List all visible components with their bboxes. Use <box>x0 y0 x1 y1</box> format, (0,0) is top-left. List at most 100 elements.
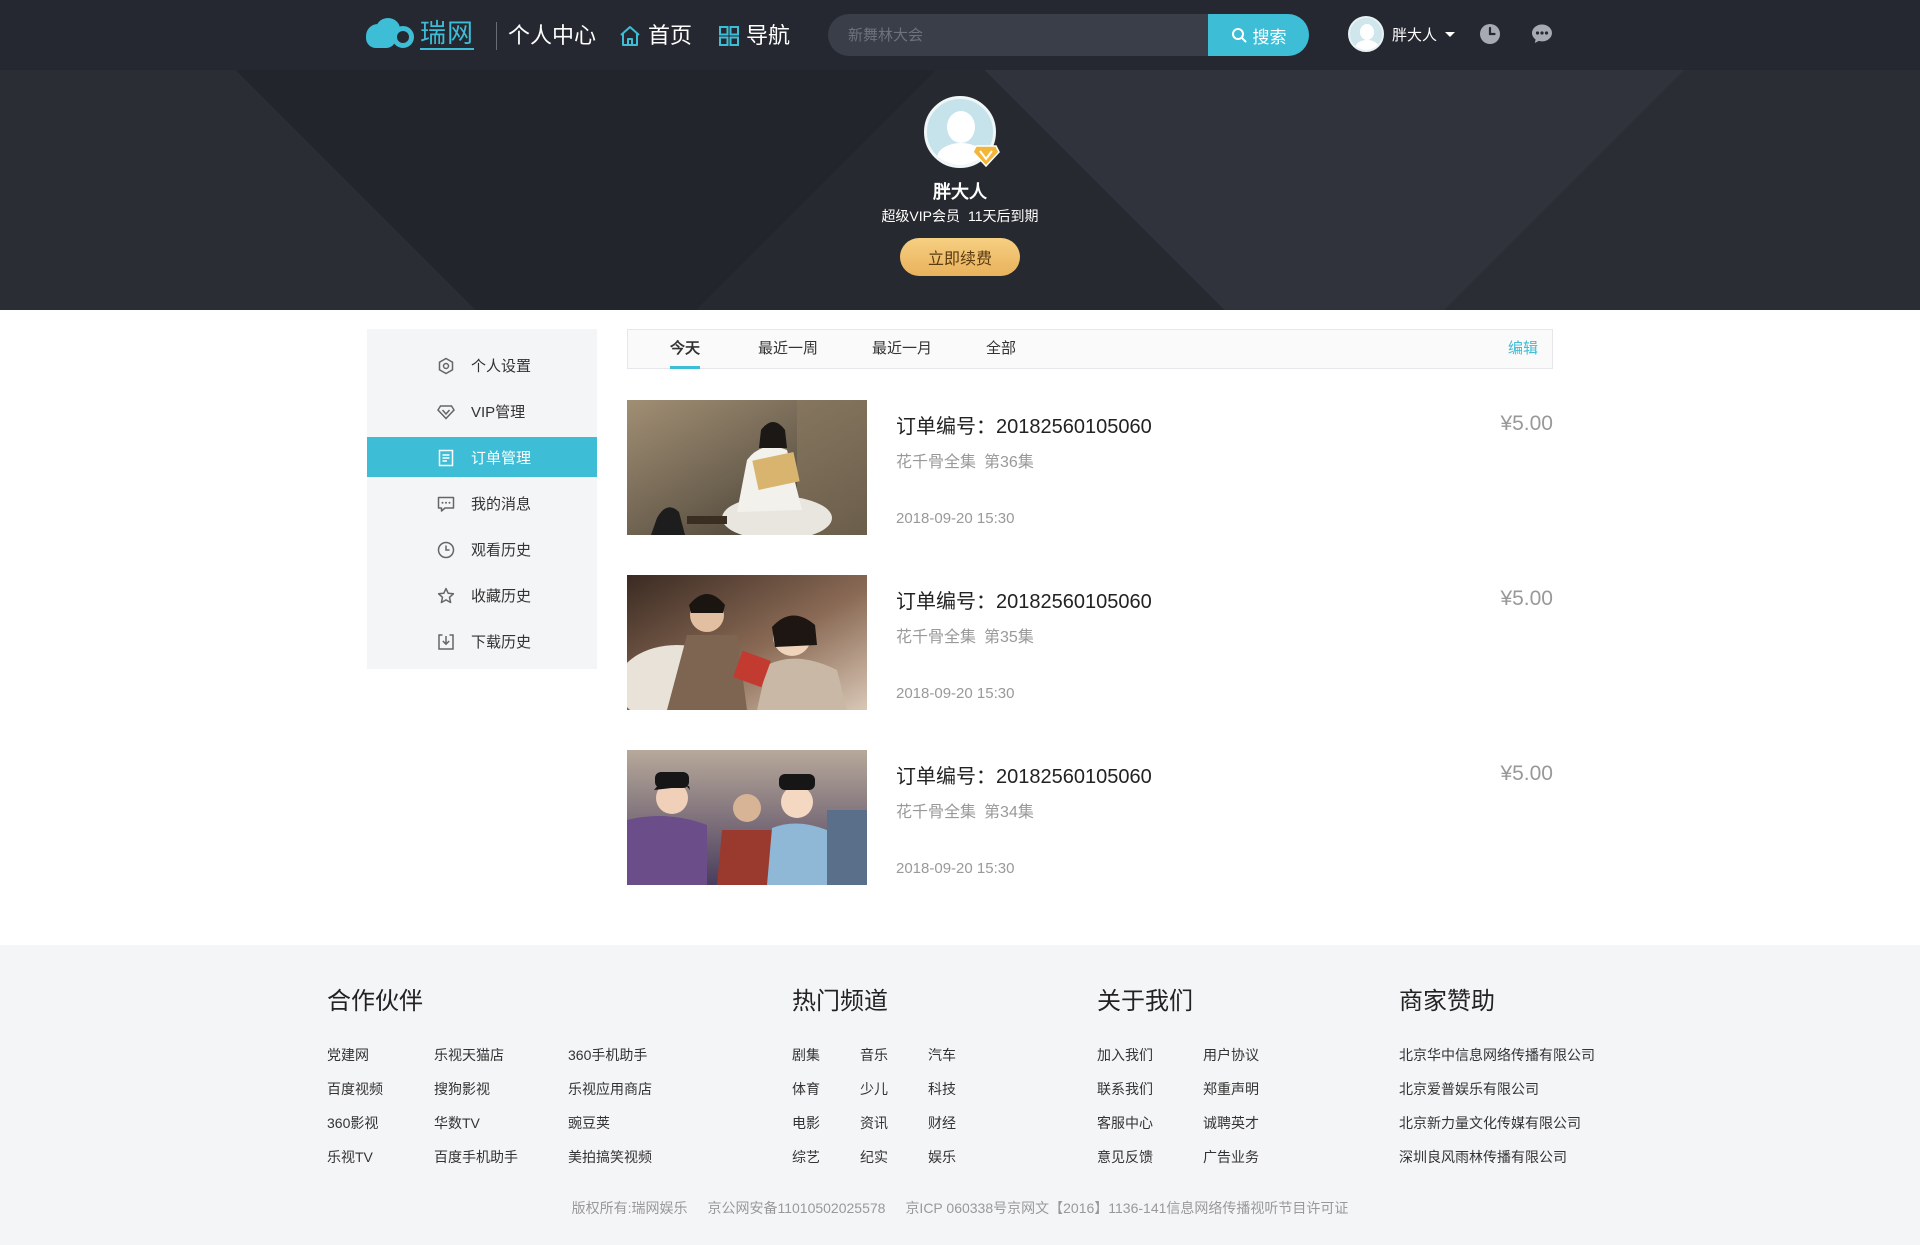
footer-link[interactable]: 乐视应用商店 <box>568 1072 688 1106</box>
tab-last-week[interactable]: 最近一周 <box>758 330 818 368</box>
download-icon <box>438 634 454 650</box>
footer-link[interactable]: 客服中心 <box>1097 1106 1203 1140</box>
footer-link[interactable]: 华数TV <box>434 1106 568 1140</box>
copyright-owner: 版权所有:瑞网娱乐 <box>571 1200 688 1216</box>
search-box: 搜索 <box>828 14 1309 56</box>
episode-number: 第34集 <box>984 804 1034 821</box>
footer-heading: 热门频道 <box>792 988 888 1015</box>
site-logo[interactable]: 瑞网 <box>366 12 490 56</box>
footer-link[interactable]: 加入我们 <box>1097 1038 1203 1072</box>
order-number: 订单编号：20182560105060 <box>896 766 1152 788</box>
footer-link[interactable]: 360影视 <box>327 1106 434 1140</box>
footer-link[interactable]: 综艺 <box>792 1140 860 1174</box>
footer-link[interactable]: 豌豆荚 <box>568 1106 688 1140</box>
sidebar-item-settings[interactable]: 个人设置 <box>367 345 597 385</box>
search-button[interactable]: 搜索 <box>1208 14 1309 56</box>
order-item: 订单编号：20182560105060 花千骨全集 第36集 2018-09-20… <box>627 400 1553 535</box>
tab-all[interactable]: 全部 <box>986 330 1016 368</box>
sidebar-item-orders[interactable]: 订单管理 <box>367 437 597 477</box>
order-price: ¥5.00 <box>1500 587 1553 610</box>
footer-link[interactable]: 深圳良风雨林传播有限公司 <box>1399 1140 1639 1174</box>
logo-text: 瑞网 <box>420 18 475 50</box>
history-icon[interactable] <box>1478 22 1502 46</box>
footer-link[interactable]: 北京爱普娱乐有限公司 <box>1399 1072 1639 1106</box>
user-menu[interactable]: 胖大人 <box>1348 16 1456 52</box>
clock-icon <box>437 541 455 559</box>
copyright: 版权所有:瑞网娱乐 京公网安备11010502025578 京ICP 060338号… <box>0 1198 1920 1218</box>
order-episode[interactable]: 花千骨全集 第34集 <box>896 798 1034 822</box>
sidebar-item-messages[interactable]: 我的消息 <box>367 483 597 523</box>
sidebar-item-label: 个人设置 <box>471 357 532 375</box>
sidebar: 个人设置 VIP管理 订单管理 我的消息 观看历史 收藏历史 下载历史 <box>367 329 597 669</box>
footer-link[interactable]: 资讯 <box>860 1106 928 1140</box>
footer-link[interactable]: 搜狗影视 <box>434 1072 568 1106</box>
sidebar-item-favorites[interactable]: 收藏历史 <box>367 575 597 615</box>
footer-link[interactable]: 百度手机助手 <box>434 1140 568 1174</box>
nav-guide-link[interactable]: 导航 <box>718 22 790 50</box>
chevron-down-icon <box>1445 31 1456 37</box>
footer-link[interactable]: 电影 <box>792 1106 860 1140</box>
footer-link[interactable]: 纪实 <box>860 1140 928 1174</box>
footer-link[interactable]: 剧集 <box>792 1038 860 1072</box>
nav-home-label: 首页 <box>648 23 693 48</box>
chat-icon[interactable] <box>1530 22 1554 46</box>
footer-hot-channels: 热门频道 剧集 音乐 汽车 体育 少儿 科技 电影 资讯 财经 综艺 纪实 娱乐 <box>792 981 988 1174</box>
grid-icon <box>719 26 739 46</box>
footer-link[interactable]: 广告业务 <box>1203 1140 1303 1174</box>
video-thumbnail[interactable] <box>627 750 867 885</box>
profile-banner: 胖大人 超级VIP会员 11天后到期 立即续费 <box>0 70 1920 310</box>
series-name: 花千骨全集 <box>896 454 977 471</box>
video-thumbnail[interactable] <box>627 400 867 535</box>
order-number: 订单编号：20182560105060 <box>896 591 1152 613</box>
footer-link[interactable]: 科技 <box>928 1072 988 1106</box>
footer-link[interactable]: 360手机助手 <box>568 1038 688 1072</box>
footer-link[interactable]: 美拍搞笑视频 <box>568 1140 688 1174</box>
nav-home-link[interactable]: 首页 <box>618 22 692 50</box>
sidebar-item-vip[interactable]: VIP管理 <box>367 391 597 431</box>
footer-link[interactable]: 娱乐 <box>928 1140 988 1174</box>
footer-link[interactable]: 联系我们 <box>1097 1072 1203 1106</box>
footer-link[interactable]: 北京新力量文化传媒有限公司 <box>1399 1106 1639 1140</box>
order-icon <box>438 449 454 467</box>
tab-last-month[interactable]: 最近一月 <box>872 330 932 368</box>
footer-link[interactable]: 意见反馈 <box>1097 1140 1203 1174</box>
vip-expiry: 11天后到期 <box>968 208 1039 224</box>
video-thumbnail[interactable] <box>627 575 867 710</box>
footer: 合作伙伴 党建网 乐视天猫店 360手机助手 百度视频 搜狗影视 乐视应用商店 … <box>0 945 1920 1245</box>
footer-link[interactable]: 乐视TV <box>327 1140 434 1174</box>
vip-diamond-icon <box>972 145 1000 168</box>
logo-mark-icon <box>366 14 424 54</box>
footer-link[interactable]: 体育 <box>792 1072 860 1106</box>
order-episode[interactable]: 花千骨全集 第35集 <box>896 623 1034 647</box>
footer-link[interactable]: 音乐 <box>860 1038 928 1072</box>
footer-link[interactable]: 少儿 <box>860 1072 928 1106</box>
footer-link[interactable]: 财经 <box>928 1106 988 1140</box>
footer-link[interactable]: 百度视频 <box>327 1072 434 1106</box>
sidebar-item-label: 观看历史 <box>471 541 532 559</box>
tab-today[interactable]: 今天 <box>670 330 701 369</box>
order-time: 2018-09-20 15:30 <box>896 510 1015 527</box>
series-name: 花千骨全集 <box>896 629 977 646</box>
footer-link[interactable]: 北京华中信息网络传播有限公司 <box>1399 1038 1639 1072</box>
footer-link[interactable]: 乐视天猫店 <box>434 1038 568 1072</box>
avatar <box>1348 16 1384 52</box>
message-icon <box>437 496 455 512</box>
footer-link[interactable]: 党建网 <box>327 1038 434 1072</box>
edit-link[interactable]: 编辑 <box>1508 330 1538 368</box>
sidebar-item-watch-history[interactable]: 观看历史 <box>367 529 597 569</box>
user-name: 胖大人 <box>1392 26 1438 44</box>
series-name: 花千骨全集 <box>896 804 977 821</box>
footer-link[interactable]: 汽车 <box>928 1038 988 1072</box>
footer-about: 关于我们 加入我们 用户协议 联系我们 郑重声明 客服中心 诚聘英才 意见反馈 … <box>1097 981 1303 1174</box>
search-input[interactable] <box>828 14 1208 56</box>
order-item: 订单编号：20182560105060 花千骨全集 第34集 2018-09-20… <box>627 750 1553 885</box>
sidebar-item-downloads[interactable]: 下载历史 <box>367 621 597 661</box>
copyright-icp: 京ICP 060338号京网文【2016】1136-141信息网络传播视听节目许… <box>905 1200 1349 1216</box>
order-episode[interactable]: 花千骨全集 第36集 <box>896 448 1034 472</box>
footer-link[interactable]: 用户协议 <box>1203 1038 1303 1072</box>
sidebar-item-label: 订单管理 <box>471 449 532 467</box>
renew-button[interactable]: 立即续费 <box>900 238 1020 276</box>
search-icon <box>1231 28 1246 43</box>
footer-link[interactable]: 诚聘英才 <box>1203 1106 1303 1140</box>
footer-link[interactable]: 郑重声明 <box>1203 1072 1303 1106</box>
